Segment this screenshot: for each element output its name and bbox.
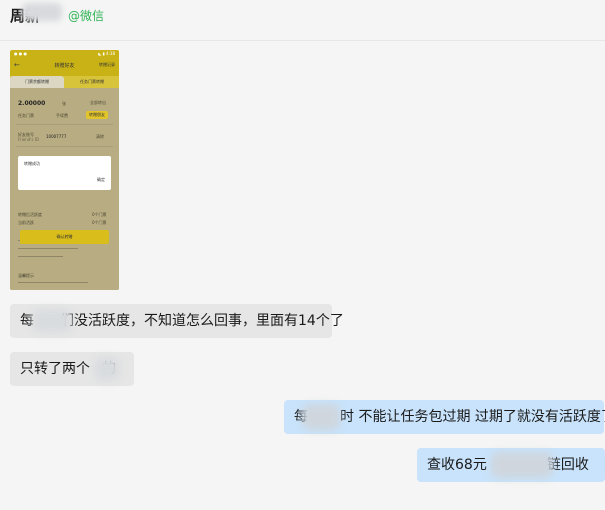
- image-message[interactable]: ● ● ● ◣ ▮ 4:38 ← 转赠好友 转赠记录 门票余额转赠 任务门票转赠…: [10, 50, 119, 290]
- phone-status-bar: ● ● ● ◣ ▮ 4:38: [10, 50, 119, 58]
- name-redaction: [22, 3, 62, 21]
- phone-dialog-ok: 确定: [97, 177, 105, 182]
- phone-note-line: [18, 256, 63, 257]
- status-left: ● ● ●: [14, 51, 28, 56]
- phone-amount: 2.00000: [18, 100, 46, 107]
- phone-info-right-1: 0个门票: [92, 212, 107, 217]
- message-bubble[interactable]: 查收68元 链回收: [417, 448, 605, 482]
- message-bubble[interactable]: 每们没活跃度，不知道怎么回事，里面有14个了: [10, 304, 344, 338]
- chat-header: 周新 @微信: [0, 0, 605, 41]
- phone-divider: [16, 146, 113, 147]
- phone-friend-hint: Friend's ID: [18, 137, 40, 142]
- phone-all-btn: 全部转出: [90, 100, 106, 105]
- phone-clear: 清除: [96, 134, 104, 139]
- phone-unit: 张: [62, 101, 66, 106]
- message-bubble[interactable]: 只转了两个的: [10, 352, 134, 386]
- phone-divider: [16, 124, 113, 125]
- message-text: 查收68元: [427, 457, 487, 473]
- phone-nav-bar: ← 转赠好友 转赠记录: [10, 59, 119, 73]
- message-text: 时 不能让任务包过期 过期了就没有活跃度了: [340, 409, 605, 425]
- phone-info-left-1: 转赠后活跃度: [18, 212, 42, 217]
- phone-tabs: 门票余额转赠 任务门票转赠: [10, 76, 119, 88]
- redaction-blur: [94, 357, 120, 381]
- wechat-tag: @微信: [68, 9, 105, 23]
- status-right: ◣ ▮ 4:38: [98, 51, 115, 56]
- phone-success-dialog: 转赠成功 确定: [18, 156, 111, 190]
- phone-transfer-btn: 转赠朋友: [86, 111, 108, 119]
- phone-friend-id: 10007777: [46, 134, 67, 139]
- phone-fee-label: 任务门票: [18, 113, 34, 118]
- phone-confirm-button: 确认转赠: [20, 230, 109, 244]
- phone-info-right-2: 0个门票: [92, 220, 107, 225]
- phone-tab-right: 任务门票转赠: [80, 79, 104, 84]
- phone-fee-value: 手续费: [56, 113, 68, 118]
- phone-dialog-message: 转赠成功: [24, 161, 40, 166]
- redaction-blur: [32, 309, 72, 333]
- phone-note-line: [18, 248, 78, 249]
- message-text: 们没活跃度，不知道怎么回事，里面有14个了: [60, 313, 344, 329]
- phone-tab-left: 门票余额转赠: [10, 76, 64, 88]
- phone-info-left-2: 当前活跃: [18, 220, 34, 225]
- message-text: 链回收: [546, 457, 589, 473]
- phone-nav-more: 转赠记录: [99, 62, 115, 67]
- phone-notes-title: 温馨提示: [18, 273, 34, 278]
- redaction-blur: [491, 452, 553, 478]
- message-text: 只转了两个: [20, 361, 90, 377]
- phone-note-line: [18, 282, 88, 283]
- message-bubble[interactable]: 每时 不能让任务包过期 过期了就没有活跃度了: [284, 400, 605, 434]
- redaction-blur: [302, 404, 340, 430]
